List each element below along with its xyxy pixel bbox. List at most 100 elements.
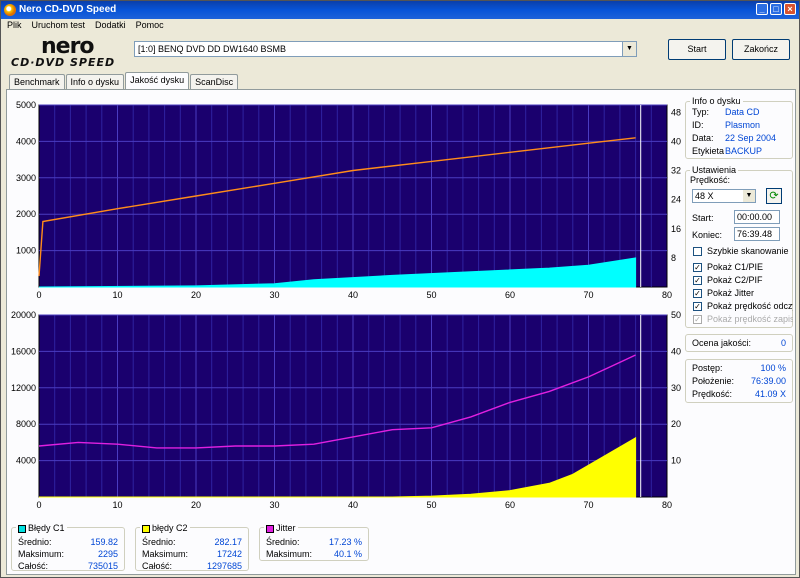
disc-info-group: Info o dysku Typ: Data CD ID: Plasmon Da…	[685, 96, 793, 159]
c1-total-value: 735015	[87, 561, 118, 571]
y-tick-label-right: 24	[671, 195, 681, 205]
y-tick-label-right: 8	[671, 253, 676, 263]
x-tick-label: 50	[426, 290, 436, 300]
speed-select[interactable]: 48 X ▼	[692, 189, 756, 203]
menu-uruchom-test[interactable]: Uruchom test	[32, 19, 86, 32]
y-tick-label-right: 16	[671, 224, 681, 234]
tab-benchmark[interactable]: Benchmark	[9, 74, 65, 89]
position-value: 76:39.00	[750, 376, 786, 386]
x-tick-label: 60	[505, 290, 515, 300]
show-read-speed-label: Pokaż prędkość odczytu	[707, 301, 793, 311]
progress-group: Postęp: 100 % Położenie: 76:39.00 Prędko…	[685, 359, 793, 403]
c1-max-value: 2295	[97, 549, 118, 559]
stop-button[interactable]: Zakończ	[732, 39, 790, 60]
y-tick-label-left: 16000	[11, 346, 36, 356]
show-c1-checkbox[interactable]: ✓	[693, 263, 702, 272]
speed-c1-chart: 1000 2000 3000 4000 5000 8 16 24 32 40 48 0 10 20 30 40…	[16, 100, 681, 300]
start-time-input[interactable]: 00:00.00	[734, 210, 780, 224]
x-tick-label: 40	[348, 500, 358, 510]
c2-max-label: Maksimum:	[142, 549, 189, 559]
app-icon	[4, 4, 16, 16]
c1-title-text: Błędy C1	[28, 523, 65, 533]
disc-type-value: Data CD	[725, 107, 760, 117]
x-tick-label: 20	[191, 500, 201, 510]
app-window: Nero CD-DVD Speed _ □ × Plik Uruchom tes…	[0, 0, 800, 578]
quality-label: Ocena jakości:	[692, 338, 752, 348]
c2-stats-title: błędy C2	[140, 523, 190, 533]
y-tick-label-right: 20	[671, 419, 681, 429]
disc-id-value: Plasmon	[725, 120, 761, 130]
speed-select-value: 48 X	[695, 191, 714, 201]
show-c2-label: Pokaż C2/PIF	[707, 275, 763, 285]
y-tick-label-right: 40	[671, 136, 681, 146]
refresh-icon[interactable]: ⟳	[766, 188, 782, 204]
menu-dodatki[interactable]: Dodatki	[95, 19, 126, 32]
disc-type-label: Typ:	[692, 107, 710, 117]
jitter-color-swatch	[266, 524, 274, 533]
x-tick-label: 20	[191, 290, 201, 300]
c2-color-swatch	[142, 524, 150, 533]
menu-pomoc[interactable]: Pomoc	[136, 19, 164, 32]
end-time-input[interactable]: 76:39.48	[734, 227, 780, 241]
quality-value: 0	[780, 338, 786, 348]
disc-info-title: Info o dysku	[690, 96, 743, 106]
c2-jitter-chart: 4000 8000 12000 16000 20000 10 20 30 40 50 0 10 20 30…	[11, 310, 681, 510]
y-tick-label-right: 30	[671, 383, 681, 393]
disc-date-value: 22 Sep 2004	[725, 133, 777, 143]
start-button[interactable]: Start	[668, 39, 726, 60]
c1-avg-label: Średnio:	[18, 537, 52, 547]
show-c2-checkbox[interactable]: ✓	[693, 276, 702, 285]
nero-logo: nero CD·DVD SPEED	[9, 34, 124, 74]
show-jitter-checkbox[interactable]: ✓	[693, 289, 702, 298]
tab-strip: Benchmark Info o dysku Jakość dysku Scan…	[9, 72, 239, 89]
x-tick-label: 70	[583, 290, 593, 300]
c1-avg-value: 159.82	[90, 537, 118, 547]
jitter-max-value: 40.1 %	[333, 549, 362, 559]
y-tick-label-right: 32	[671, 166, 681, 176]
progress-label: Postęp:	[692, 363, 723, 373]
settings-group: Ustawienia Prędkość: 48 X ▼ ⟳ Start: 00:…	[685, 165, 793, 328]
show-write-speed-label: Pokaż prędkość zapisu	[707, 314, 793, 324]
jitter-max-label: Maksimum:	[266, 549, 313, 559]
x-tick-label: 60	[505, 500, 515, 510]
chevron-down-icon[interactable]: ▼	[743, 190, 755, 202]
c1-total-label: Całość:	[18, 561, 49, 571]
end-time-label: Koniec:	[692, 230, 723, 240]
close-icon[interactable]: ×	[784, 3, 796, 15]
logo-sub-text: CD·DVD SPEED	[11, 56, 116, 69]
current-speed-value: 41.09 X	[754, 389, 786, 399]
tab-scandisc[interactable]: ScanDisc	[190, 74, 239, 89]
x-tick-label: 80	[662, 500, 672, 510]
x-tick-label: 70	[583, 500, 593, 510]
show-read-speed-checkbox[interactable]: ✓	[693, 302, 702, 311]
x-tick-label: 0	[36, 290, 41, 300]
position-label: Położenie:	[692, 376, 735, 386]
disc-label-label: Etykieta	[692, 146, 725, 156]
tab-disc-quality[interactable]: Jakość dysku	[125, 72, 190, 89]
maximize-icon[interactable]: □	[770, 3, 782, 15]
drive-select[interactable]: [1:0] BENQ DVD DD DW1640 BSMB ▼	[134, 41, 637, 57]
disc-label-value: BACKUP	[725, 146, 763, 156]
c1-max-label: Maksimum:	[18, 549, 65, 559]
c1-color-swatch	[18, 524, 26, 533]
c2-title-text: błędy C2	[152, 523, 188, 533]
quick-scan-checkbox[interactable]	[693, 247, 702, 256]
quality-group: Ocena jakości: 0	[685, 334, 793, 352]
show-write-speed-checkbox: ✓	[693, 315, 702, 324]
menu-plik[interactable]: Plik	[7, 19, 22, 32]
y-tick-label-left: 8000	[16, 419, 36, 429]
c2-total-value: 1297685	[206, 561, 242, 571]
c2-total-label: Całość:	[142, 561, 173, 571]
settings-title: Ustawienia	[690, 165, 739, 175]
y-tick-label-right: 48	[671, 107, 681, 117]
tab-disc-info[interactable]: Info o dysku	[65, 74, 125, 89]
c2-avg-value: 282.17	[214, 537, 242, 547]
y-tick-label-left: 2000	[16, 209, 36, 219]
y-tick-label-left: 1000	[16, 246, 36, 256]
show-c1-label: Pokaż C1/PIE	[707, 262, 764, 272]
x-tick-label: 40	[348, 290, 358, 300]
minimize-icon[interactable]: _	[756, 3, 768, 15]
c1-stats-box: Błędy C1 Średnio: 159.82 Maksimum: 2295 …	[11, 523, 125, 571]
chevron-down-icon[interactable]: ▼	[622, 42, 636, 56]
y-tick-label-left: 4000	[16, 136, 36, 146]
